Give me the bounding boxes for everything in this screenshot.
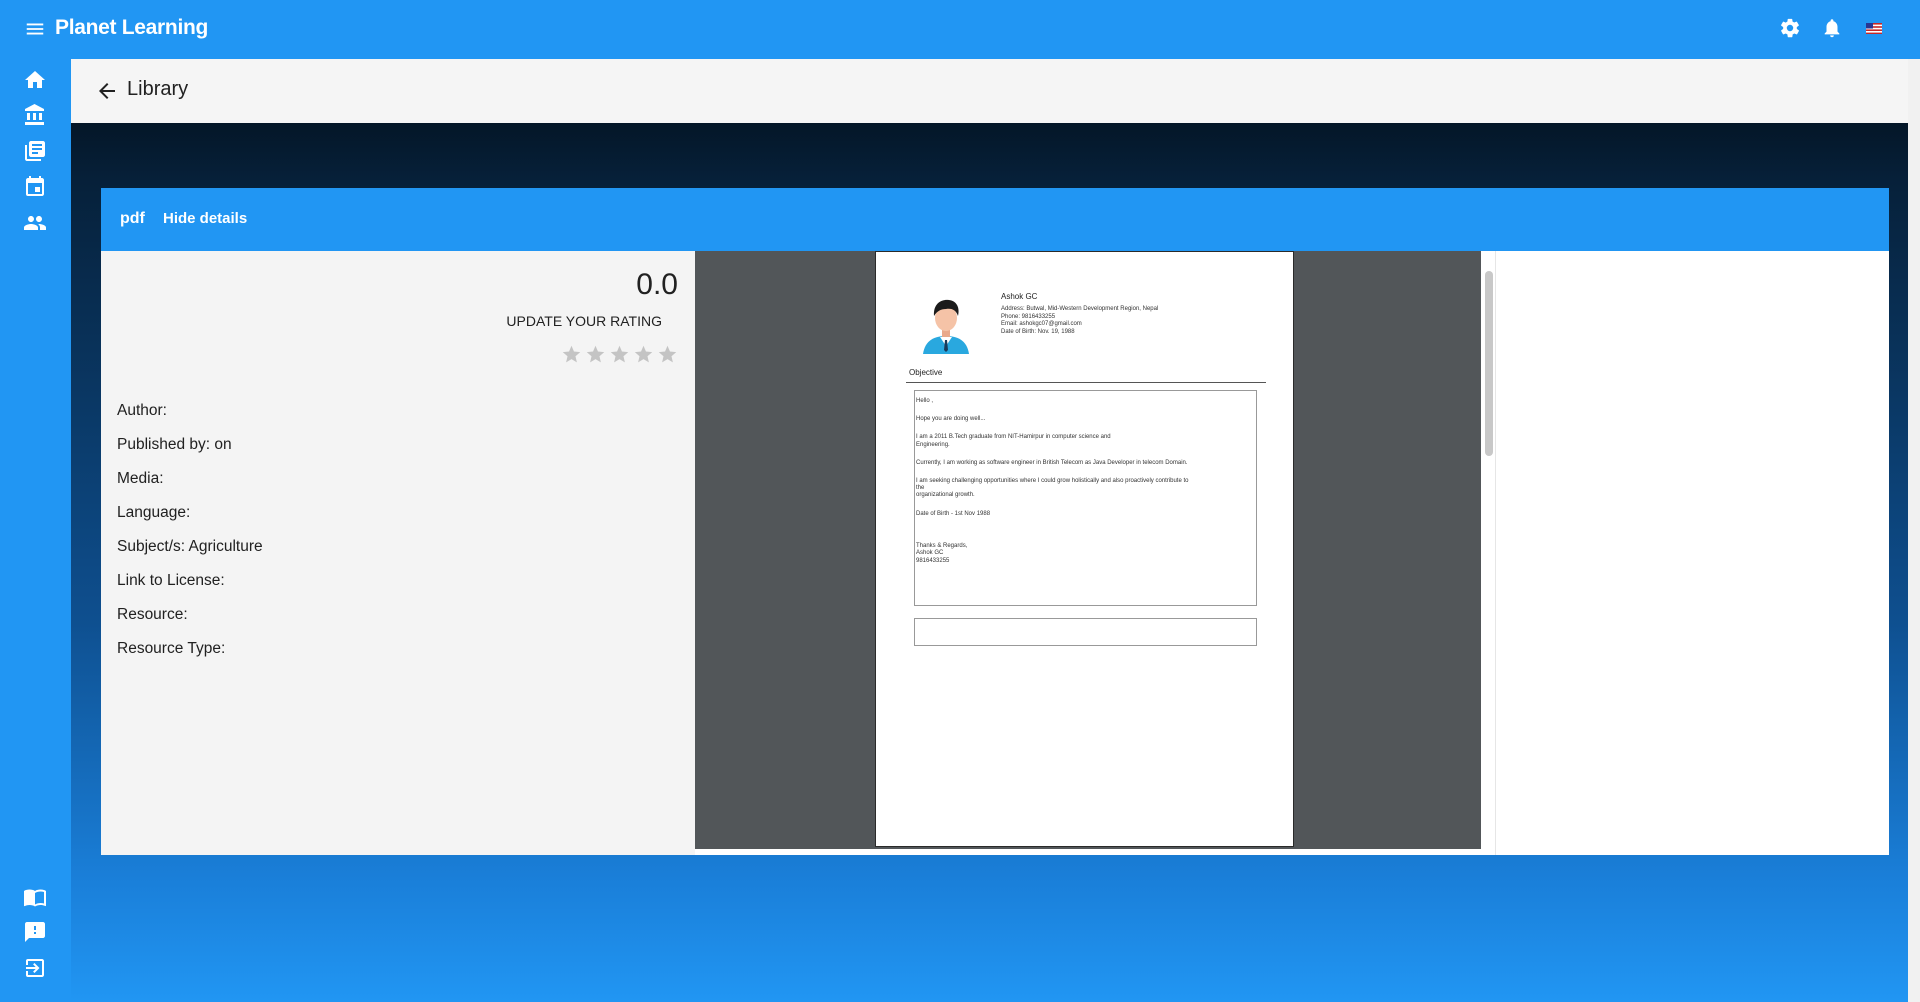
main-content: Library pdf Hide details 0.0 UPDATE YOUR… [71,59,1920,1002]
star-icon[interactable] [561,344,582,365]
resume-address: Address: Butwal, Mid-Western Development… [1001,306,1159,312]
publisher-field: Published by: on [117,436,232,453]
star-icon[interactable] [609,344,630,365]
library-icon[interactable] [23,103,47,127]
calendar-icon[interactable] [23,175,47,199]
feedback-icon[interactable] [23,920,47,944]
star-icon[interactable] [657,344,678,365]
resume-email: Email: ashokgc07@gmail.com [1001,321,1082,327]
resume-dob: Date of Birth: Nov. 19, 1988 [1001,328,1075,335]
empty-text-box [914,618,1257,646]
license-link-field: Link to License: [117,572,225,589]
settings-icon[interactable] [1778,16,1802,40]
media-field: Media: [117,470,164,487]
rating-stars [561,344,678,365]
pdf-button[interactable]: pdf [120,210,145,228]
resume-contact: Address: Butwal, Mid-Western Development… [1001,306,1158,336]
objective-heading: Objective [909,368,943,377]
home-icon[interactable] [23,68,47,92]
hide-details-button[interactable]: Hide details [163,210,247,227]
paragraph: Hello , [916,398,934,404]
page-title: Library [127,78,189,100]
courses-icon[interactable] [23,139,47,163]
pdf-viewer[interactable]: Ashok GC Address: Butwal, Mid-Western De… [695,251,1481,849]
right-panel [1495,251,1889,855]
objective-text-box: Hello , Hope you are doing well... I am … [914,390,1257,606]
us-flag-icon[interactable] [1862,16,1886,40]
manual-icon[interactable] [23,885,47,909]
page-scrollbar[interactable] [1908,59,1920,1002]
menu-icon[interactable] [24,18,46,40]
app-title[interactable]: Planet Learning [55,16,208,40]
pdf-page: Ashok GC Address: Butwal, Mid-Western De… [875,251,1294,847]
divider [906,382,1266,383]
scrollbar-thumb[interactable] [1485,271,1493,456]
paragraph: Date of Birth - 1st Nov 1988 [916,510,991,517]
notifications-icon[interactable] [1820,16,1844,40]
page-header: Library [71,59,1920,123]
metadata-list: Author: Published by: on Media: Language… [117,394,263,666]
resource-type-field: Resource Type: [117,640,226,657]
star-icon[interactable] [633,344,654,365]
top-app-bar: Planet Learning [0,0,1920,59]
paragraph: I am a 2011 B.Tech graduate from NIT-Ham… [916,434,1111,448]
paragraph: I am seeking challenging opportunities w… [916,478,1189,499]
paragraph: Hope you are doing well... [916,416,986,423]
community-icon[interactable] [23,211,47,235]
logout-icon[interactable] [23,956,47,980]
rating-value: 0.0 [636,268,678,301]
card-toolbar: pdf Hide details [101,188,1889,251]
author-field: Author: [117,402,167,419]
paragraph: Currently, I am working as software engi… [916,459,1188,466]
subjects-field: Subject/s: Agriculture [117,538,263,555]
language-field: Language: [117,504,191,521]
side-nav [0,59,71,1002]
back-arrow-icon[interactable] [95,79,119,103]
viewer-scrollbar[interactable] [1481,251,1495,849]
update-rating-link[interactable]: UPDATE YOUR RATING [506,313,662,329]
paragraph: Thanks & Regards, Ashok GC 9816433255 [916,543,968,564]
resume-name: Ashok GC [1001,292,1038,301]
details-panel: 0.0 UPDATE YOUR RATING Author: Published… [101,251,695,855]
resource-field: Resource: [117,606,188,623]
star-icon[interactable] [585,344,606,365]
avatar [923,299,969,354]
resume-phone: Phone: 9816433255 [1001,313,1056,320]
resource-card: pdf Hide details 0.0 UPDATE YOUR RATING … [101,188,1889,855]
